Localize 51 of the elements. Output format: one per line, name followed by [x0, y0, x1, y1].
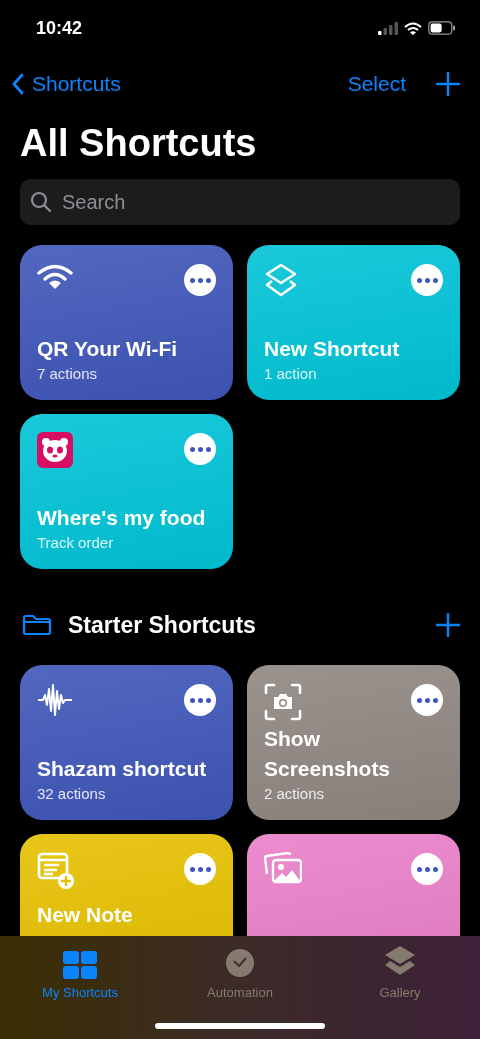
- tab[interactable]: Automation: [175, 944, 305, 1000]
- shortcut-title: New Note: [37, 902, 134, 928]
- shortcut-card[interactable]: QR Your Wi-Fi 7 actions: [20, 245, 233, 400]
- shortcut-card[interactable]: New Note: [20, 834, 233, 936]
- shortcut-subtitle: 7 actions: [37, 364, 99, 384]
- battery-icon: [428, 21, 456, 35]
- status-time: 10:42: [36, 17, 83, 39]
- note-add-icon: [37, 852, 75, 890]
- select-button[interactable]: Select: [347, 72, 406, 96]
- shortcut-card[interactable]: Where's my food Track order: [20, 414, 233, 569]
- chevron-left-icon: [12, 73, 24, 95]
- layers-icon: [264, 263, 298, 299]
- search-input[interactable]: Search: [60, 189, 450, 215]
- more-button[interactable]: [184, 684, 216, 716]
- add-icon[interactable]: [436, 613, 460, 637]
- shortcut-subtitle: 2 actions: [264, 784, 326, 804]
- sound-wave-icon: [37, 683, 73, 717]
- section-title: Starter Shortcuts: [68, 611, 257, 639]
- shortcut-card[interactable]: New Shortcut 1 action: [247, 245, 460, 400]
- panda-app-icon: [37, 432, 73, 468]
- photos-icon: [264, 852, 302, 884]
- shortcut-subtitle: 32 actions: [37, 784, 107, 804]
- signal-icon: [378, 21, 398, 35]
- folder-icon: [22, 614, 52, 636]
- shortcut-subtitle: 1 action: [264, 364, 318, 384]
- shortcut-title: Show Screenshots: [264, 726, 392, 782]
- page-title: All Shortcuts: [19, 121, 258, 166]
- shortcut-title: Shazam shortcut: [37, 756, 208, 782]
- shortcut-card[interactable]: Shazam shortcut 32 actions: [20, 665, 233, 820]
- tab[interactable]: Gallery: [335, 944, 465, 1000]
- more-button[interactable]: [184, 853, 216, 885]
- shortcut-title: QR Your Wi-Fi: [37, 336, 179, 362]
- shortcut-subtitle: Track order: [37, 533, 115, 553]
- screenshot-camera-icon: [264, 683, 302, 721]
- shortcut-title: New Shortcut: [264, 336, 401, 362]
- more-button[interactable]: [411, 684, 443, 716]
- more-button[interactable]: [184, 433, 216, 465]
- wifi-status-icon: [404, 21, 422, 35]
- add-icon[interactable]: [436, 72, 460, 96]
- wifi-icon: [37, 263, 73, 291]
- more-button[interactable]: [411, 264, 443, 296]
- more-button[interactable]: [184, 264, 216, 296]
- search-icon: [30, 191, 52, 213]
- grid-icon: [63, 951, 97, 979]
- back-label: Shortcuts: [32, 72, 121, 96]
- search-field[interactable]: Search: [20, 179, 460, 225]
- shortcut-card[interactable]: Show Screenshots 2 actions: [247, 665, 460, 820]
- tab[interactable]: My Shortcuts: [15, 944, 145, 1000]
- shortcut-title: Where's my food: [37, 505, 207, 531]
- back-button[interactable]: Shortcuts: [10, 72, 121, 96]
- more-button[interactable]: [411, 853, 443, 885]
